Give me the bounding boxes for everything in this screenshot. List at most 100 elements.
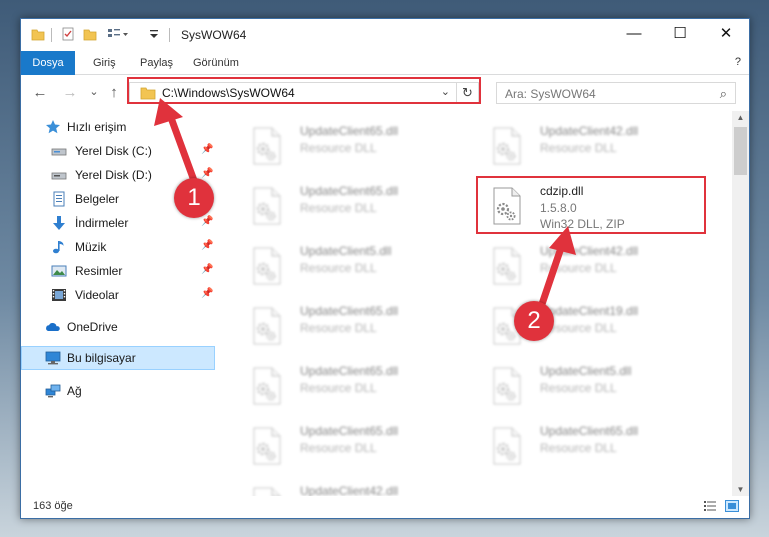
sidebar-item-label: Bu bilgisayar [67,351,136,365]
sidebar-item-music[interactable]: Müzik 📌 [21,235,215,259]
file-name: UpdateClient65.dll [300,424,399,438]
file-item[interactable]: UpdateClient65.dll Resource DLL [240,119,470,171]
cloud-icon [46,322,60,331]
file-type: Resource DLL [540,441,617,455]
dll-file-icon [253,307,281,345]
title-separator [51,28,52,42]
help-icon[interactable]: ? [735,56,741,68]
up-button[interactable]: ↑ [105,84,123,101]
tab-view[interactable]: Görünüm [193,51,239,75]
scroll-down-arrow-icon[interactable]: ▼ [732,485,749,494]
pin-icon[interactable]: 📌 [201,216,213,227]
file-type: Resource DLL [300,381,377,395]
ribbon-tabs: Dosya Giriş Paylaş Görünüm ? [21,51,749,75]
sidebar-item-label: Yerel Disk (C:) [75,144,152,158]
sidebar-item-label: Belgeler [75,192,120,206]
sidebar-item-label: Resimler [75,264,123,278]
file-name: UpdateClient19.dll [540,304,639,318]
file-type: Resource DLL [300,141,377,155]
tab-home[interactable]: Giriş [93,51,116,75]
maximize-button[interactable]: ☐ [657,19,703,49]
file-name: UpdateClient5.dll [540,364,632,378]
file-name: UpdateClient65.dll [300,184,399,198]
pin-icon[interactable]: 📌 [201,240,213,251]
recent-locations-button[interactable]: ⌄ [85,85,103,98]
sidebar-item-label: Yerel Disk (D:) [75,168,152,182]
file-highlight [476,176,706,234]
minimize-button[interactable]: — [611,19,657,49]
sidebar-item-this-pc[interactable]: Bu bilgisayar [21,346,215,370]
videos-icon [52,289,66,301]
search-box[interactable]: Ara: SysWOW64 ⌕ [496,82,736,104]
file-item[interactable]: UpdateClient65.dll Resource DLL [240,359,470,411]
forward-button[interactable]: → [61,84,79,101]
file-name: UpdateClient65.dll [540,424,639,438]
quick-access-dropdown-icon[interactable] [147,27,161,41]
close-button[interactable]: ✕ [703,19,749,49]
pin-icon[interactable]: 📌 [201,264,213,275]
file-type: Resource DLL [300,261,377,275]
title-separator [169,28,170,42]
search-input[interactable]: Ara: SysWOW64 [505,87,596,101]
large-icons-view-icon[interactable] [725,500,739,512]
dll-file-icon [493,127,521,165]
item-count: 163 öğe [33,500,73,512]
file-item[interactable]: UpdateClient65.dll Resource DLL [240,299,470,351]
pin-icon[interactable]: 📌 [201,144,213,155]
dll-file-icon [253,187,281,225]
folder-icon [31,29,45,41]
dll-file-icon [253,487,281,496]
customize-toolbar-icon[interactable] [107,27,129,41]
file-item[interactable]: UpdateClient42.dllResource DLL [240,479,470,496]
navigation-pane: Hızlı erişim Yerel Disk (C:) 📌 Yerel Dis… [21,111,215,496]
dll-file-icon [253,367,281,405]
scroll-up-arrow-icon[interactable]: ▲ [732,113,749,122]
properties-icon[interactable] [61,27,75,41]
file-item[interactable]: UpdateClient5.dll Resource DLL [480,359,710,411]
tab-share[interactable]: Paylaş [140,51,173,75]
drive-icon [51,172,67,180]
file-name: UpdateClient65.dll [300,304,399,318]
drive-icon [51,148,67,156]
callout-step-2: 2 [514,301,554,341]
file-name: UpdateClient5.dll [300,244,392,258]
documents-icon [53,191,65,207]
file-type: Resource DLL [540,261,617,275]
sidebar-item-label: OneDrive [67,320,118,334]
details-view-icon[interactable] [703,500,717,512]
file-item[interactable]: UpdateClient65.dll Resource DLL [240,179,470,231]
sidebar-item-videos[interactable]: Videolar 📌 [21,283,215,307]
file-type: Resource DLL [300,441,377,455]
file-item[interactable]: UpdateClient42.dllResource DLL [480,119,710,171]
sidebar-item-quick-access[interactable]: Hızlı erişim [21,115,215,139]
computer-icon [45,351,61,365]
title-bar: SysWOW64 — ☐ ✕ [21,19,749,51]
address-bar-highlight [127,77,481,104]
file-item[interactable]: UpdateClient42.dllResource DLL [480,239,710,291]
back-button[interactable]: ← [31,84,49,101]
file-type: Resource DLL [300,201,377,215]
pin-icon[interactable]: 📌 [201,288,213,299]
new-folder-icon[interactable] [83,27,97,41]
scroll-thumb[interactable] [734,127,747,175]
tab-file[interactable]: Dosya [21,51,75,75]
file-item[interactable]: UpdateClient5.dll Resource DLL [240,239,470,291]
search-icon[interactable]: ⌕ [720,86,727,102]
sidebar-item-pictures[interactable]: Resimler 📌 [21,259,215,283]
status-bar: 163 öğe [21,496,749,518]
file-type: Resource DLL [540,381,617,395]
sidebar-item-label: Hızlı erişim [67,120,127,134]
pictures-icon [51,265,67,277]
file-list: UpdateClient65.dll Resource DLL UpdateClie… [216,111,732,496]
sidebar-item-drive-c[interactable]: Yerel Disk (C:) 📌 [21,139,215,163]
file-item[interactable]: UpdateClient65.dll Resource DLL [240,419,470,471]
pin-icon[interactable]: 📌 [201,168,213,179]
dll-file-icon [493,247,521,285]
sidebar-item-onedrive[interactable]: OneDrive [21,315,215,339]
star-icon [46,120,60,134]
vertical-scrollbar[interactable]: ▲ ▼ [732,111,749,496]
file-item[interactable]: UpdateClient65.dll Resource DLL [480,419,710,471]
sidebar-item-label: Ağ [67,384,82,398]
sidebar-item-network[interactable]: Ağ [21,379,215,403]
file-type: Resource DLL [540,141,617,155]
